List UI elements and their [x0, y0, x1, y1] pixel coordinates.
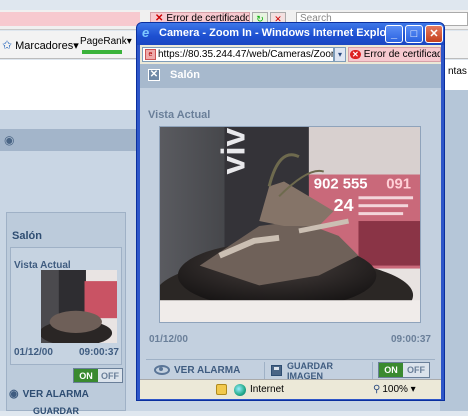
status-zone: Internet	[250, 384, 284, 395]
popup-window: e Camera - Zoom In - Windows Internet Ex…	[136, 22, 445, 401]
onoff-toggle[interactable]: ON OFF	[378, 362, 430, 378]
pagerank-label: PageRank	[80, 36, 127, 47]
left-alarm-label: VER ALARMA	[22, 389, 89, 400]
status-bar: Internet ⚲ 100% ▾	[140, 379, 441, 399]
image-phone: 902 555	[314, 176, 368, 192]
camera-view[interactable]: vivés 902 555 091 24	[155, 90, 421, 333]
left-off-button[interactable]: OFF	[98, 369, 122, 382]
background-url-field[interactable]	[0, 12, 140, 26]
left-camera-title: Salón	[12, 230, 42, 242]
camera-image: vivés 902 555 091 24	[155, 90, 420, 333]
left-onoff-toggle[interactable]: ON OFF	[73, 368, 123, 383]
maximize-button[interactable]: □	[405, 25, 423, 43]
pagerank-bar	[82, 50, 122, 55]
save-image-label: GUARDAR IMAGEN	[287, 361, 333, 381]
camera-action-bar: VER ALARMA GUARDAR IMAGEN ON OFF	[146, 359, 435, 381]
zoom-level: 100%	[382, 384, 408, 395]
eye-icon: ◉	[4, 133, 15, 147]
ie-logo-icon: e	[142, 25, 150, 40]
save-label-line1: GUARDAR	[287, 361, 333, 371]
left-camera-date: 01/12/00	[14, 347, 53, 358]
left-camera-box: Vista Actual 01/12/00 09:00:37	[10, 247, 122, 365]
left-save-label[interactable]: GUARDAR	[33, 406, 79, 416]
eye-icon	[154, 365, 170, 376]
cert-error-button[interactable]: ✕ Error de certificado	[348, 47, 441, 62]
divider	[264, 362, 265, 380]
page-icon: e	[145, 49, 156, 60]
favorites-star-icon: ✩	[2, 38, 13, 52]
left-on-button[interactable]: ON	[74, 369, 98, 382]
cert-error-label: Error de certificado	[363, 49, 441, 60]
eye-icon: ◉	[9, 388, 19, 400]
favorites-button[interactable]: ✩ Marcadores▾	[2, 38, 79, 52]
camera-date: 01/12/00	[149, 334, 188, 345]
minimize-button[interactable]: _	[385, 25, 403, 43]
on-button[interactable]: ON	[379, 363, 403, 377]
zoom-control[interactable]: ⚲ 100% ▾	[373, 384, 416, 395]
background-tools-menu[interactable]: ntas	[448, 66, 467, 77]
close-window-button[interactable]: ✕	[425, 25, 443, 43]
camera-title: Salón	[170, 69, 200, 81]
left-camera-panel: Salón Vista Actual 01/12/00 09:00:37 ON …	[6, 212, 126, 416]
popup-title: Camera - Zoom In - Windows Internet Expl…	[159, 27, 396, 39]
popup-address-bar: e https://80.35.244.47/web/Cameras/Zoom …	[140, 45, 441, 64]
left-camera-thumbnail[interactable]	[41, 270, 117, 343]
url-text: https://80.35.244.47/web/Cameras/Zoom	[158, 49, 334, 60]
favorites-label: Marcadores	[15, 40, 74, 52]
camera-time: 09:00:37	[390, 334, 431, 345]
globe-icon	[234, 384, 246, 396]
divider	[372, 362, 373, 380]
cert-error-icon: ✕	[350, 50, 361, 59]
background-band	[0, 129, 140, 151]
security-warning-icon[interactable]	[216, 384, 227, 395]
left-view-alarm-button[interactable]: ◉ VER ALARMA	[9, 387, 123, 403]
close-camera-icon[interactable]: ✕	[148, 69, 160, 81]
floppy-disk-icon	[271, 365, 282, 376]
left-camera-meta: 01/12/00 09:00:37	[14, 347, 119, 358]
popup-titlebar[interactable]: e Camera - Zoom In - Windows Internet Ex…	[137, 23, 444, 45]
image-phone-ext: 091	[386, 176, 411, 192]
image-number: 24	[334, 195, 354, 215]
left-onoff-switch[interactable]: ON OFF	[73, 368, 123, 383]
zoom-icon: ⚲	[373, 384, 381, 395]
camera-header: ✕ Salón	[140, 64, 441, 88]
left-camera-time: 09:00:37	[78, 347, 119, 358]
image-vertical-text: vivés	[215, 127, 252, 175]
url-field[interactable]: e https://80.35.244.47/web/Cameras/Zoom	[142, 47, 334, 62]
view-alarm-button[interactable]: VER ALARMA	[154, 365, 240, 376]
camera-content: ✕ Salón Vista Actual vivés 902 555 091 2…	[140, 64, 441, 381]
off-button[interactable]: OFF	[403, 363, 429, 377]
pagerank-widget[interactable]: PageRank▾	[80, 36, 132, 58]
url-dropdown-icon[interactable]: ▾	[334, 47, 346, 62]
view-alarm-label: VER ALARMA	[174, 365, 241, 376]
vista-label: Vista Actual	[148, 109, 211, 121]
